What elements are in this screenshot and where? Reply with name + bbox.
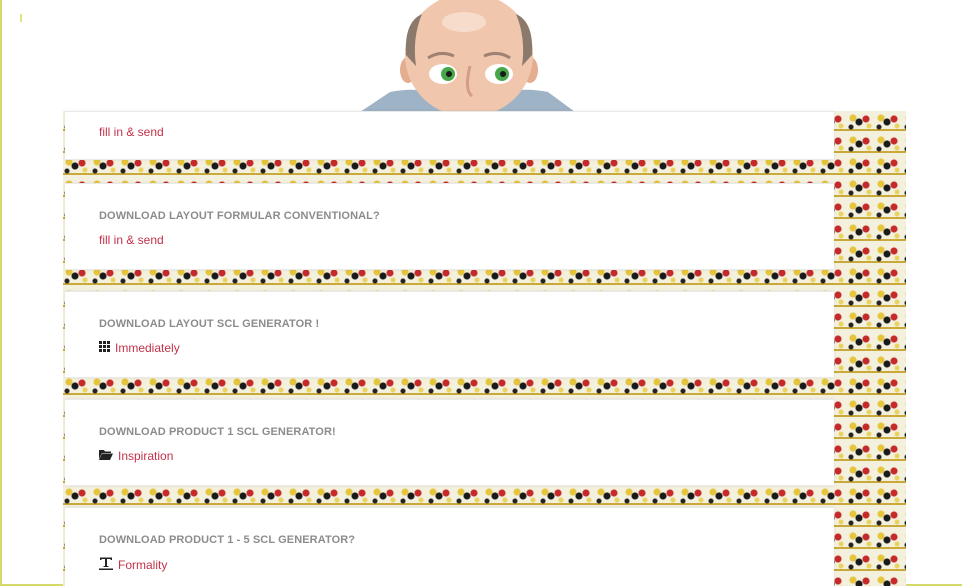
card-link-label: Inspiration (118, 449, 174, 463)
card-link[interactable]: fill in & send (99, 125, 164, 139)
card-title: DOWNLOAD PRODUCT 1 SCL GENERATOR! (99, 426, 336, 438)
download-card: DOWNLOAD LAYOUT FORMULAR CONVENTIONAL? f… (65, 183, 834, 270)
folder-open-icon (99, 449, 113, 463)
card-link[interactable]: Immediately (99, 341, 180, 355)
card-link-label: Formality (118, 558, 168, 572)
card-link-label: fill in & send (99, 233, 164, 247)
download-card: DOWNLOAD PRODUCT 1 SCL GENERATOR! Inspir… (65, 399, 834, 486)
text-format-icon (99, 557, 113, 573)
card-link[interactable]: Inspiration (99, 449, 173, 463)
card-link-label: Immediately (115, 341, 180, 355)
grid-icon (99, 341, 110, 355)
card-title: DOWNLOAD LAYOUT SCL GENERATOR ! (99, 318, 320, 330)
card-link[interactable]: Formality (99, 557, 167, 573)
card-title: DOWNLOAD LAYOUT FORMULAR CONVENTIONAL? (99, 210, 380, 222)
download-card: fill in & send (65, 111, 834, 160)
download-card: DOWNLOAD LAYOUT SCL GENERATOR ! Immediat… (65, 291, 834, 378)
card-title: DOWNLOAD PRODUCT 1 - 5 SCL GENERATOR? (99, 534, 356, 546)
card-link[interactable]: fill in & send (99, 233, 164, 247)
download-card: DOWNLOAD PRODUCT 1 - 5 SCL GENERATOR? Fo… (65, 507, 834, 587)
right-pattern-strip (836, 111, 906, 586)
card-link-label: fill in & send (99, 125, 164, 139)
corner-marker (20, 14, 22, 22)
avatar (360, 0, 575, 112)
